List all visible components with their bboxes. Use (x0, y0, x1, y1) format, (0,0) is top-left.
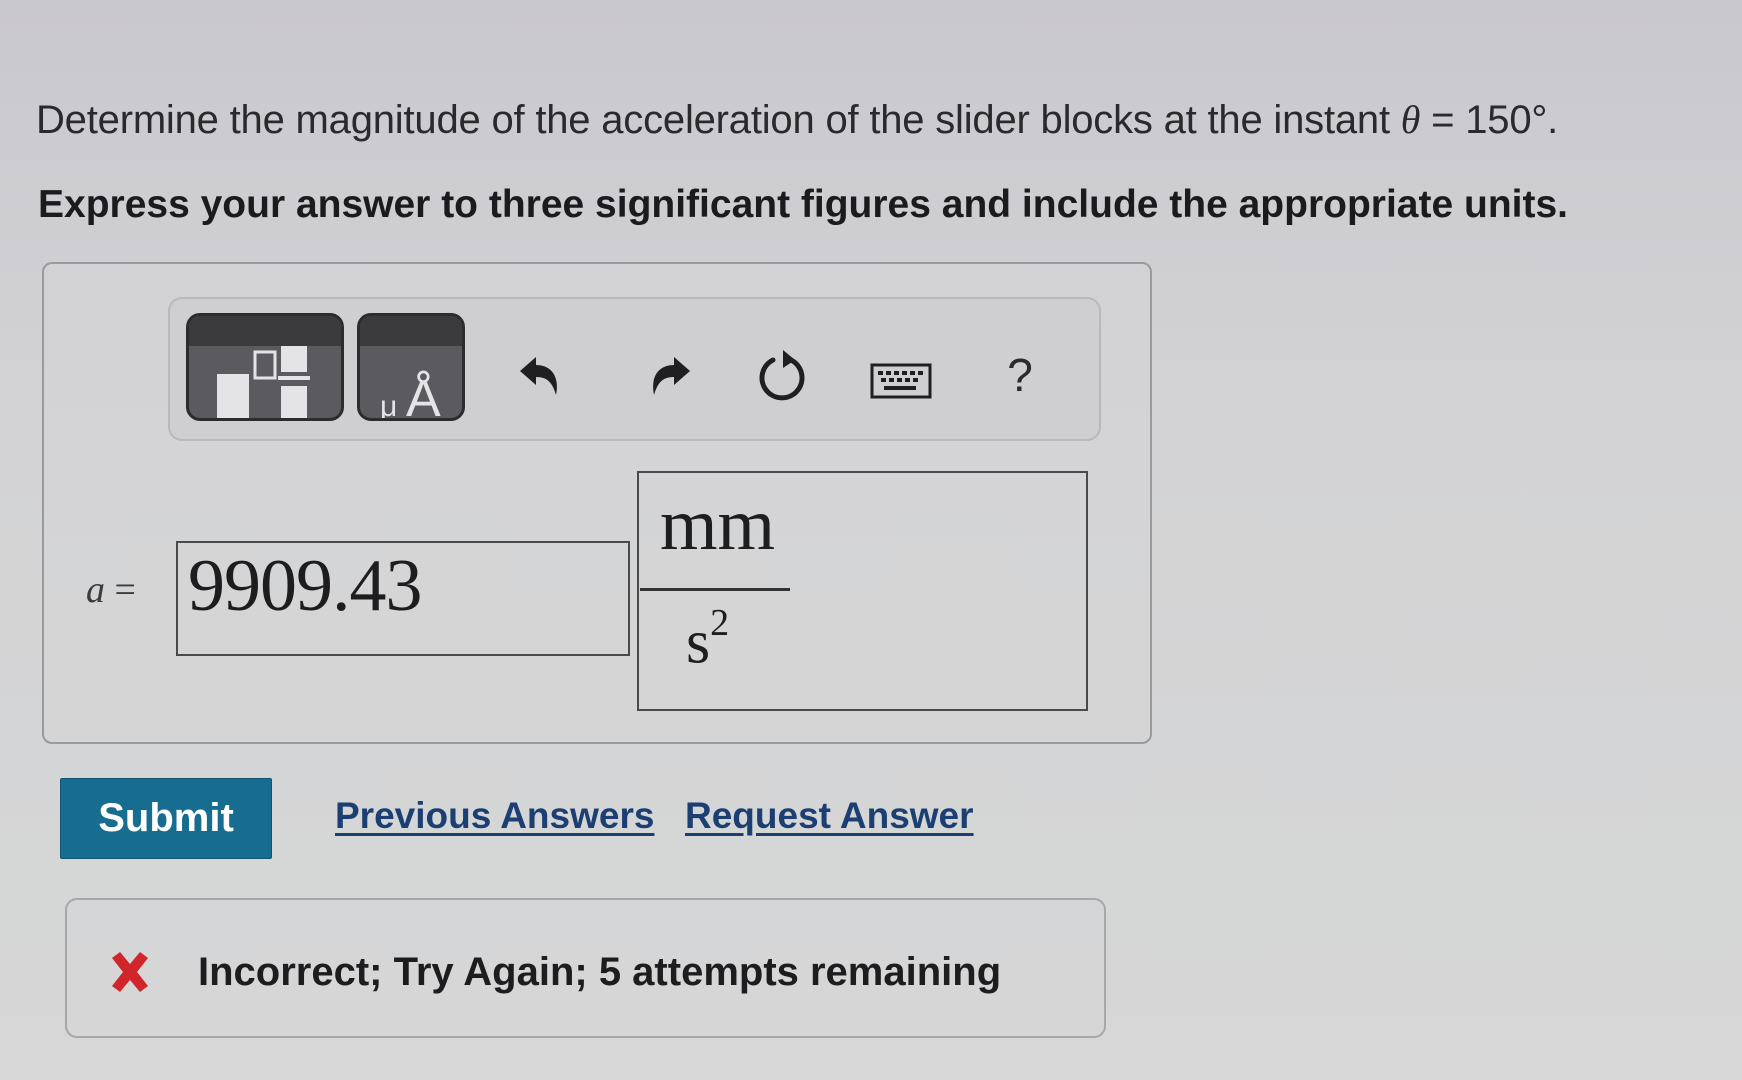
unit-numerator: mm (660, 484, 776, 566)
fraction-bar (640, 588, 790, 591)
unit-denominator-base: s (686, 608, 711, 677)
prompt-text-after: = 150°. (1420, 98, 1559, 142)
unit-denominator-exponent: 2 (710, 602, 730, 644)
variable-label: a = (86, 568, 136, 612)
help-question-icon: ? (1007, 349, 1033, 401)
reset-circular-arrow-icon (759, 350, 805, 401)
answer-instruction: Express your answer to three significant… (38, 183, 1568, 226)
svg-text:Å: Å (406, 370, 441, 418)
keyboard-icon (870, 363, 932, 399)
unit-denominator: s2 (686, 604, 729, 677)
undo-button[interactable] (510, 345, 572, 407)
reset-button[interactable] (750, 345, 812, 407)
undo-arrow-icon (520, 357, 557, 395)
request-answer-link[interactable]: Request Answer (685, 795, 974, 837)
submit-button[interactable]: Submit (60, 778, 272, 859)
redo-button[interactable] (638, 345, 700, 407)
theta-symbol: θ (1400, 97, 1421, 142)
equals-sign: = (114, 569, 136, 611)
red-x-icon (112, 952, 148, 992)
feedback-message: Incorrect; Try Again; 5 attempts remaini… (198, 950, 1002, 994)
templates-button[interactable] (186, 313, 344, 421)
svg-text:μ: μ (380, 390, 397, 418)
question-prompt: Determine the magnitude of the accelerat… (36, 96, 1558, 143)
redo-arrow-icon (653, 357, 690, 395)
variable-symbol: a (86, 569, 105, 611)
units-button[interactable]: μ Å (357, 313, 465, 421)
units-mu-angstrom-icon: μ Å (380, 370, 441, 418)
keyboard-button[interactable] (868, 358, 934, 404)
prompt-text-before: Determine the magnitude of the accelerat… (36, 98, 1401, 142)
help-button[interactable]: ? (995, 345, 1045, 405)
previous-answers-link[interactable]: Previous Answers (335, 795, 654, 837)
answer-value-input[interactable]: 9909.43 (176, 541, 630, 656)
fraction-template-icon (217, 346, 310, 418)
